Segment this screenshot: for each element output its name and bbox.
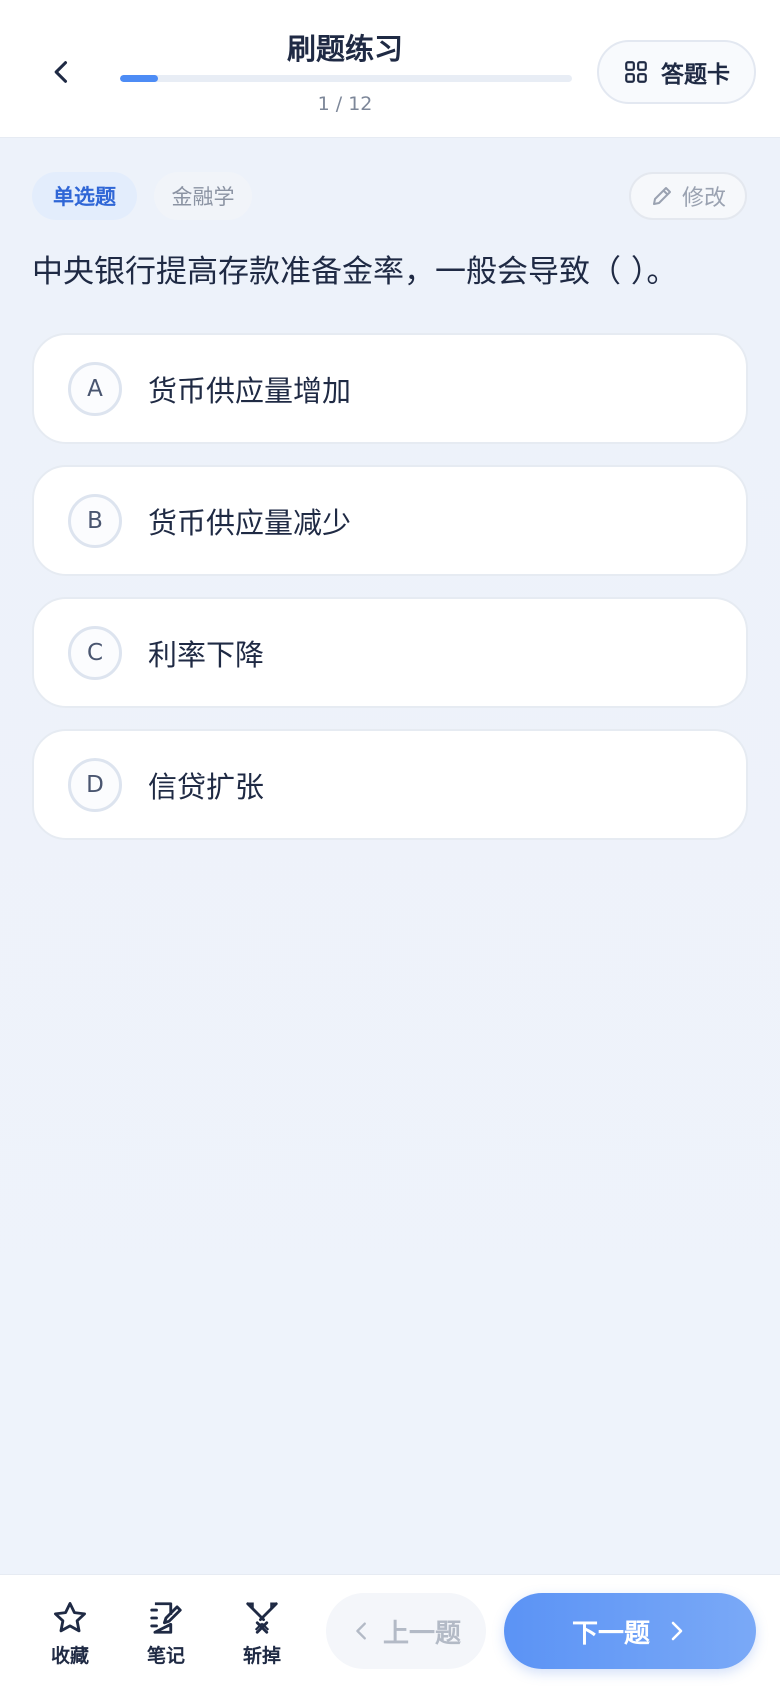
grid-icon	[625, 61, 647, 83]
option-letter: C	[68, 625, 122, 680]
bottom-toolbar: 收藏 笔记 斩掉 上一题 下一题	[0, 1574, 780, 1688]
note-button[interactable]: 笔记	[131, 1599, 201, 1671]
next-question-button[interactable]: 下一题	[504, 1593, 756, 1669]
option-c[interactable]: C 利率下降	[32, 597, 748, 708]
option-letter: B	[68, 493, 122, 548]
option-text: 货币供应量增加	[148, 373, 352, 408]
progress-fill	[120, 75, 158, 82]
favorite-label: 收藏	[50, 1645, 89, 1667]
pencil-icon	[652, 187, 671, 205]
answer-card-label: 答题卡	[661, 62, 730, 88]
practice-page: 刷题练习 1 / 12 答题卡 单选题 金融学 修改 中央银行提高存款准备金率，…	[0, 0, 780, 1688]
edit-button[interactable]: 修改	[629, 172, 747, 220]
star-icon	[54, 1602, 86, 1633]
option-letter: A	[68, 361, 122, 416]
crossed-swords-icon	[246, 1602, 278, 1634]
prev-question-button[interactable]: 上一题	[326, 1593, 486, 1669]
cut-button[interactable]: 斩掉	[227, 1599, 297, 1671]
option-a[interactable]: A 货币供应量增加	[32, 333, 748, 444]
option-text: 利率下降	[148, 637, 265, 672]
favorite-button[interactable]: 收藏	[35, 1599, 105, 1671]
option-b[interactable]: B 货币供应量减少	[32, 465, 748, 576]
answer-card-button[interactable]: 答题卡	[597, 40, 756, 104]
cut-label: 斩掉	[242, 1645, 281, 1667]
chevron-left-icon	[356, 1622, 366, 1640]
question-type-tag: 单选题	[32, 172, 137, 220]
question-text: 中央银行提高存款准备金率，一般会导致（ ）。	[32, 254, 678, 290]
progress-bar	[120, 75, 572, 82]
prev-label: 上一题	[382, 1618, 461, 1649]
edit-label: 修改	[681, 186, 726, 211]
header: 刷题练习 1 / 12 答题卡	[0, 0, 780, 138]
subject-tag: 金融学	[154, 172, 252, 220]
page-title: 刷题练习	[286, 32, 403, 66]
option-d[interactable]: D 信贷扩张	[32, 729, 748, 840]
next-label: 下一题	[571, 1618, 650, 1649]
notebook-pen-icon	[150, 1602, 182, 1634]
chevron-right-icon	[671, 1621, 683, 1641]
progress-text: 1 / 12	[317, 93, 373, 115]
option-letter: D	[68, 757, 122, 812]
option-text: 货币供应量减少	[148, 505, 352, 540]
note-label: 笔记	[146, 1645, 185, 1667]
option-text: 信贷扩张	[148, 769, 265, 804]
